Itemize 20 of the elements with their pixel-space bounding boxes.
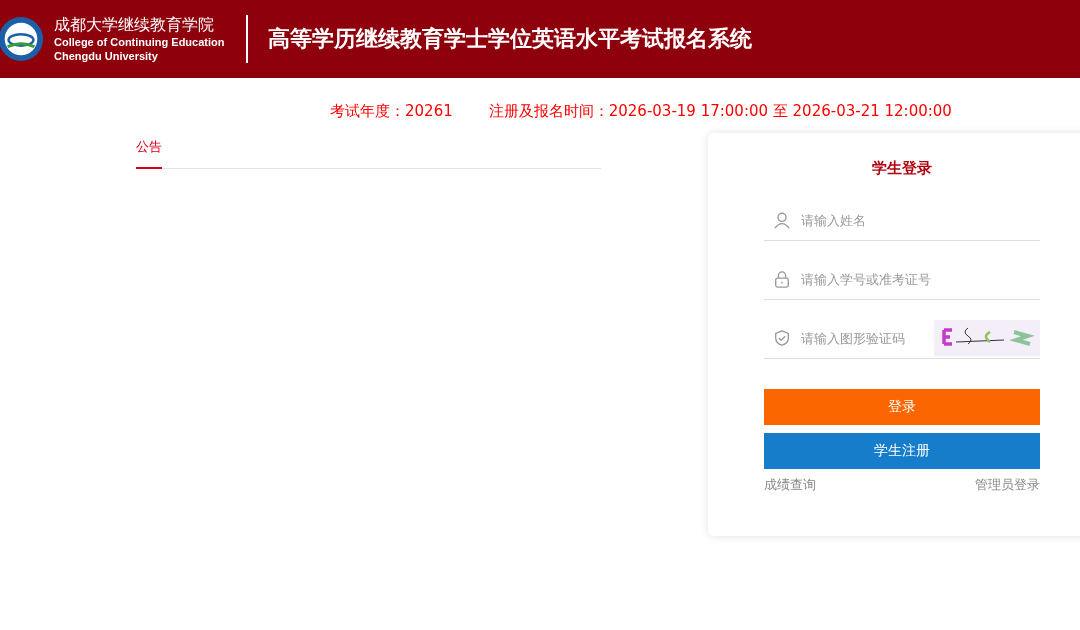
captcha-field[interactable]: 请输入图形验证码: [799, 329, 934, 347]
score-query-link[interactable]: 成绩查询: [764, 477, 816, 494]
registration-period: 注册及报名时间：2026-03-19 17:00:00 至 2026-03-21 12:00:00: [488, 102, 952, 122]
user-icon: [773, 211, 791, 229]
login-button[interactable]: 登录: [764, 389, 1040, 425]
captcha-image[interactable]: [934, 320, 1040, 356]
id-number-field[interactable]: 请输入学号或准考证号: [799, 270, 1040, 288]
login-title: 学生登录: [871, 159, 933, 178]
shield-check-icon: [773, 329, 791, 347]
notice-tab[interactable]: 公告: [136, 134, 162, 169]
college-logo-icon: [0, 16, 44, 62]
school-name-english: Chengdu University: [54, 49, 159, 63]
exam-year: 考试年度：20261: [330, 102, 453, 122]
lock-icon: [773, 270, 791, 288]
admin-login-link[interactable]: 管理员登录: [975, 477, 1040, 494]
school-name: 成都大学继续教育学院: [54, 15, 215, 35]
name-field[interactable]: 请输入姓名: [799, 211, 1040, 229]
system-title: 高等学历继续教育学士学位英语水平考试报名系统: [268, 25, 753, 53]
register-button[interactable]: 学生注册: [764, 433, 1040, 469]
school-name-english: College of Continuing Education: [54, 35, 225, 49]
